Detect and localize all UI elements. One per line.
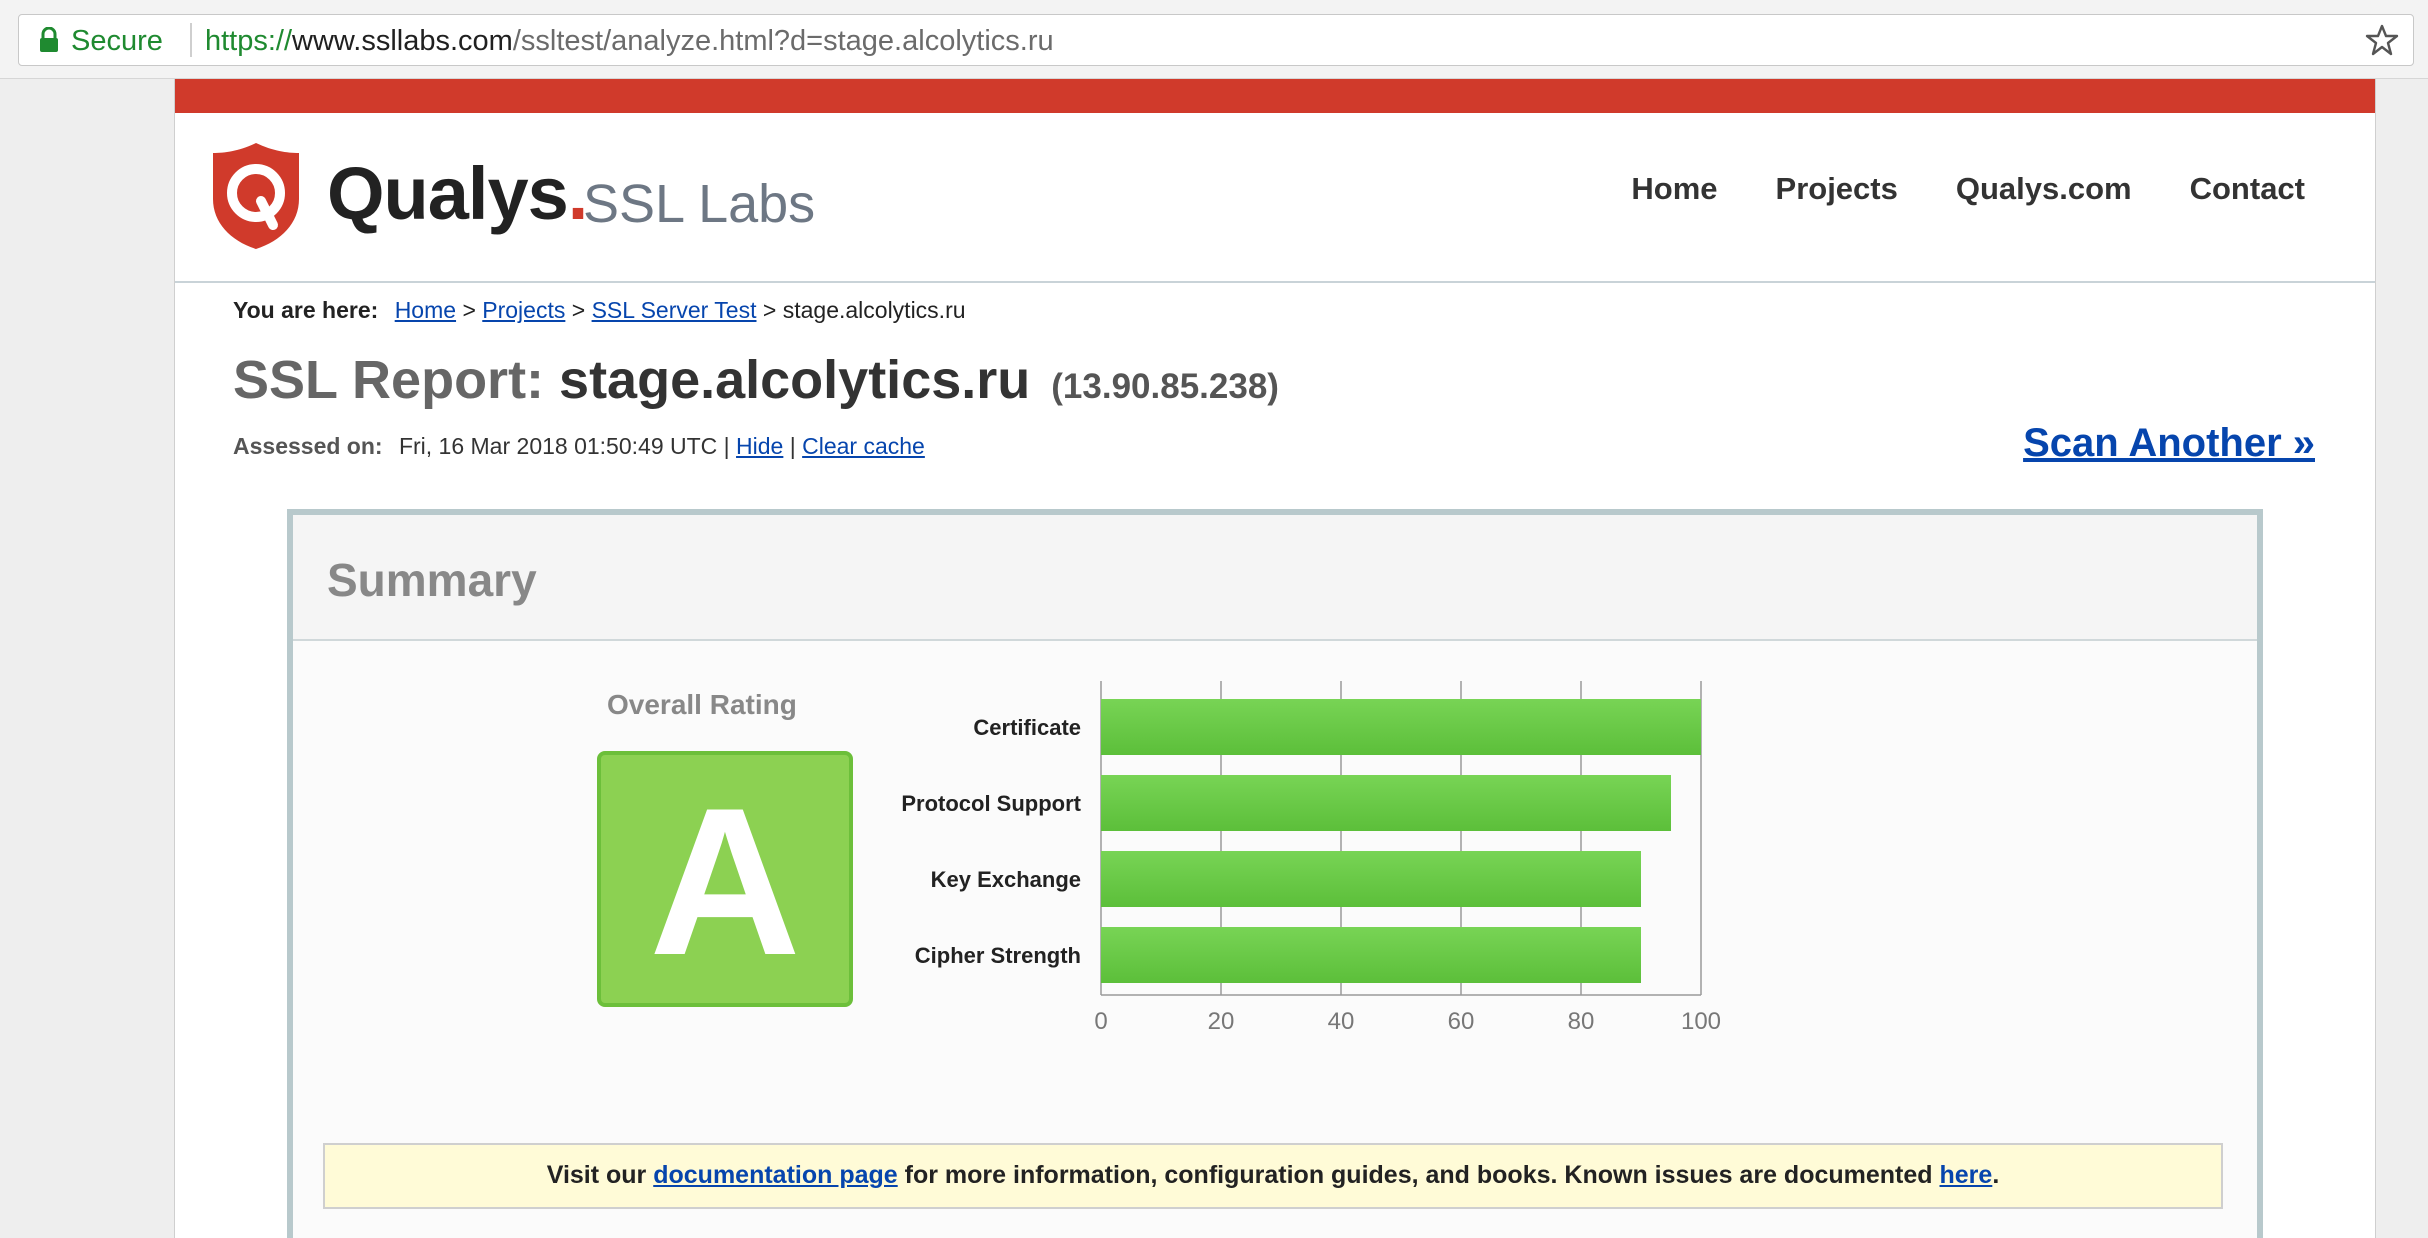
notice-text-pre: Visit our <box>546 1161 647 1189</box>
hide-link[interactable]: Hide <box>736 433 783 459</box>
report-host: stage.alcolytics.ru <box>559 350 1031 410</box>
chart-x-tick-label: 100 <box>1681 1008 1721 1035</box>
chart-bar <box>1101 775 1671 831</box>
chart-bar <box>1101 699 1701 755</box>
notice-text-mid: for more information, configuration guid… <box>904 1161 1933 1189</box>
overall-rating-label: Overall Rating <box>607 689 797 720</box>
chart-bar <box>1101 851 1641 907</box>
assessed-label: Assessed on: <box>233 433 383 459</box>
documentation-notice: Visit our documentation page for more in… <box>323 1143 2223 1209</box>
breadcrumb-label: You are here: <box>233 297 379 323</box>
page-container: Qualys. SSL Labs Home Projects Qualys.co… <box>174 79 2376 1238</box>
chart-category-label: Key Exchange <box>931 867 1081 892</box>
chart-category-label: Certificate <box>973 715 1081 740</box>
qualys-shield-logo-icon[interactable] <box>209 141 303 251</box>
breadcrumb-separator: > <box>462 297 476 323</box>
summary-panel: Summary Overall Rating A 0 20 40 60 80 100 Cer… <box>287 509 2263 1238</box>
bookmark-star-icon[interactable] <box>2365 23 2399 57</box>
url-text[interactable]: https://www.ssllabs.com/ssltest/analyze.… <box>205 25 1054 58</box>
chart-category-label: Protocol Support <box>901 791 1081 816</box>
scan-another-link[interactable]: Scan Another » <box>2023 421 2315 466</box>
browser-toolbar: Secure https://www.ssllabs.com/ssltest/a… <box>0 0 2428 79</box>
logo-qualys-text: Qualys <box>327 152 569 235</box>
breadcrumb-separator: > <box>571 297 586 323</box>
known-issues-link[interactable]: here <box>1940 1161 1993 1189</box>
logo-qualys-wordmark[interactable]: Qualys. <box>327 151 588 236</box>
rating-bar-chart: 0 20 40 60 80 100 Certificate Protocol Support K… <box>901 681 1721 1035</box>
site-header: Qualys. SSL Labs Home Projects Qualys.co… <box>175 113 2375 283</box>
report-title-prefix: SSL Report: <box>233 350 545 410</box>
main-nav: Home Projects Qualys.com Contact <box>1631 171 2305 207</box>
documentation-page-link[interactable]: documentation page <box>653 1161 897 1189</box>
summary-title: Summary <box>327 554 537 606</box>
chart-x-tick-label: 20 <box>1208 1008 1235 1035</box>
grade-badge: A <box>597 751 853 1007</box>
url-host: www.ssllabs.com <box>292 25 513 57</box>
breadcrumb-projects[interactable]: Projects <box>482 297 565 323</box>
grade-letter: A <box>649 764 801 999</box>
assessed-value: Fri, 16 Mar 2018 01:50:49 UTC <box>398 433 718 459</box>
nav-home[interactable]: Home <box>1631 171 1717 207</box>
nav-contact[interactable]: Contact <box>2190 171 2305 207</box>
url-path: /ssltest/analyze.html?d=stage.alcolytics… <box>512 25 1054 57</box>
breadcrumb-home[interactable]: Home <box>395 297 456 323</box>
breadcrumb-current: stage.alcolytics.ru <box>782 297 966 323</box>
breadcrumb: You are here: Home > Projects > SSL Serv… <box>233 297 966 324</box>
chart-x-tick-label: 60 <box>1448 1008 1475 1035</box>
pipe-separator: | <box>723 433 730 459</box>
address-bar[interactable]: Secure https://www.ssllabs.com/ssltest/a… <box>18 14 2414 66</box>
pipe-separator: | <box>789 433 796 459</box>
nav-qualys-com[interactable]: Qualys.com <box>1956 171 2132 207</box>
summary-body: Overall Rating A 0 20 40 60 80 100 Certificate… <box>293 641 2257 1238</box>
assessed-on: Assessed on: Fri, 16 Mar 2018 01:50:49 U… <box>233 433 925 460</box>
page-title: SSL Report: stage.alcolytics.ru (13.90.8… <box>233 349 1279 411</box>
logo-ssl-labs-text: SSL Labs <box>583 174 816 234</box>
chart-x-tick-label: 40 <box>1328 1008 1355 1035</box>
breadcrumb-separator: > <box>762 297 777 323</box>
address-divider <box>190 23 192 57</box>
url-scheme: https:// <box>205 25 293 57</box>
breadcrumb-ssl-server-test[interactable]: SSL Server Test <box>592 297 757 323</box>
nav-projects[interactable]: Projects <box>1776 171 1898 207</box>
lock-icon <box>40 27 58 52</box>
chart-category-label: Cipher Strength <box>915 943 1081 968</box>
notice-text-post: . <box>1992 1161 2000 1189</box>
brand-top-bar <box>175 79 2375 113</box>
clear-cache-link[interactable]: Clear cache <box>802 433 925 459</box>
summary-header: Summary <box>293 515 2257 641</box>
chart-bar <box>1101 927 1641 983</box>
report-ip: (13.90.85.238) <box>1051 367 1279 406</box>
secure-label: Secure <box>71 25 163 57</box>
chart-x-tick-label: 80 <box>1568 1008 1595 1035</box>
chart-x-tick-label: 0 <box>1094 1008 1107 1035</box>
